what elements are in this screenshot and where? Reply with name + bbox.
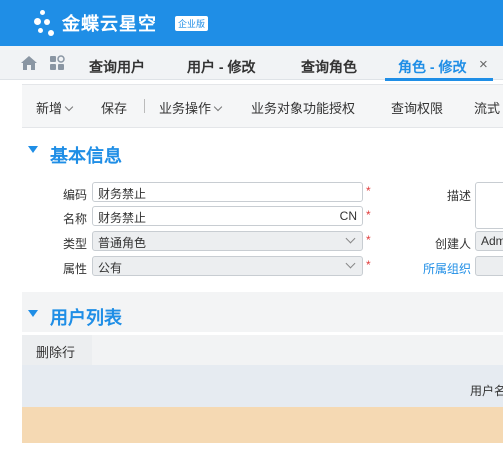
section-title-basic-info: 基本信息 [50, 146, 122, 166]
language-indicator[interactable]: CN [340, 209, 357, 223]
name-value: 财务禁止 [98, 211, 147, 225]
section-title-user-list: 用户列表 [50, 308, 122, 328]
object-auth-button[interactable]: 业务对象功能授权 [251, 98, 355, 117]
required-mark: * [366, 258, 371, 272]
collapse-triangle-icon[interactable] [28, 310, 38, 317]
list-toolbar [22, 335, 503, 365]
brand-name: 金蝶云星空 [62, 14, 157, 34]
org-link[interactable]: 所属组织 [411, 260, 471, 277]
flow-button[interactable]: 流式 [474, 98, 500, 117]
app-header: 金蝶云星空 企业版 [0, 0, 503, 46]
creator-label: 创建人 [434, 237, 471, 251]
kingdee-logo-icon [32, 6, 58, 38]
tab-user-edit[interactable]: 用户 - 修改 [187, 57, 255, 77]
code-field[interactable]: 财务禁止 [92, 182, 363, 202]
table-row[interactable] [22, 407, 503, 443]
business-ops-label: 业务操作 [159, 101, 212, 116]
toolbar-divider [144, 99, 145, 113]
creator-field: Adm [475, 231, 503, 251]
attribute-value: 公有 [98, 261, 123, 275]
org-field [475, 256, 503, 276]
tab-bar: 查询用户 用户 - 修改 查询角色 角色 - 修改 × [0, 46, 503, 80]
name-label: 名称 [62, 212, 87, 226]
new-button-label: 新增 [36, 101, 63, 116]
new-button[interactable]: 新增 [36, 98, 74, 117]
description-label: 描述 [446, 189, 471, 203]
name-field[interactable]: 财务禁止 CN [92, 206, 363, 226]
chevron-down-icon [345, 258, 356, 269]
query-auth-button[interactable]: 查询权限 [391, 98, 443, 117]
attribute-label: 属性 [62, 262, 87, 276]
code-label: 编码 [62, 188, 87, 202]
grid-header [22, 365, 503, 407]
type-select[interactable]: 普通角色 [92, 231, 363, 251]
tab-role-edit[interactable]: 角色 - 修改 [398, 57, 466, 77]
home-icon[interactable] [20, 55, 38, 71]
collapse-triangle-icon[interactable] [28, 146, 38, 153]
delete-row-button[interactable]: 删除行 [22, 335, 92, 365]
type-label: 类型 [62, 237, 87, 251]
chevron-down-icon [345, 233, 356, 244]
chevron-down-icon [213, 102, 223, 112]
attribute-select[interactable]: 公有 [92, 256, 363, 276]
required-mark: * [366, 184, 371, 198]
edition-badge: 企业版 [175, 16, 209, 31]
active-tab-indicator [385, 78, 493, 81]
business-ops-button[interactable]: 业务操作 [159, 98, 223, 117]
required-mark: * [366, 233, 371, 247]
type-value: 普通角色 [98, 236, 147, 250]
apps-grid-icon[interactable] [49, 55, 67, 71]
chevron-down-icon [64, 102, 74, 112]
tab-query-roles[interactable]: 查询角色 [301, 57, 357, 77]
column-header-username[interactable]: 用户名 [470, 382, 503, 399]
required-mark: * [366, 208, 371, 222]
close-tab-icon[interactable]: × [479, 56, 488, 73]
tab-query-users[interactable]: 查询用户 [89, 57, 145, 77]
save-button[interactable]: 保存 [101, 98, 127, 117]
toolbar: 新增 保存 业务操作 业务对象功能授权 查询权限 流式 [22, 84, 503, 128]
code-value: 财务禁止 [98, 187, 147, 201]
creator-value: Adm [481, 234, 503, 248]
description-textarea[interactable] [475, 182, 503, 229]
